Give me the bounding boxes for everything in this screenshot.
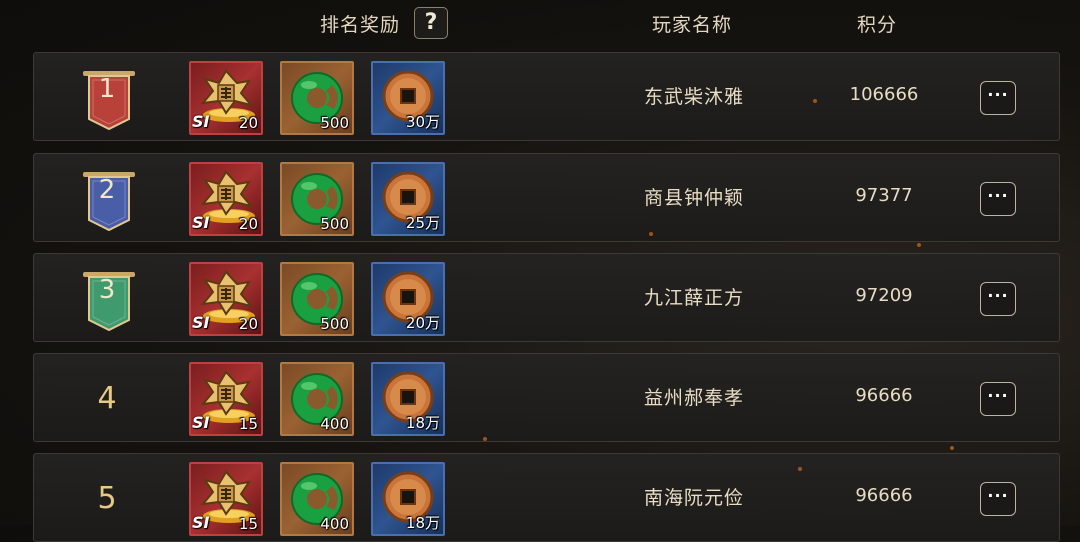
- reward-quantity: 15: [238, 515, 258, 533]
- reward-tier: SI: [192, 413, 210, 432]
- player-score: 106666: [849, 84, 919, 105]
- score-heading: 积分: [857, 14, 898, 36]
- leaderboard-row: 2 SI 20 500 25万 商县钟仲颖 97377 ···: [33, 153, 1060, 242]
- reward-quantity: 30万: [405, 113, 440, 131]
- rank-number: 3: [98, 275, 116, 305]
- reward-quantity: 500: [320, 315, 349, 333]
- reward-quantity: 400: [320, 515, 349, 533]
- reward-tier: SI: [192, 513, 210, 532]
- reward-quantity: 20: [238, 215, 258, 233]
- player-name: 南海阮元俭: [643, 487, 744, 509]
- player-score: 96666: [855, 485, 913, 506]
- leaderboard-row: 5 SI 15 400 18万 南海阮元俭 96666 ···: [33, 453, 1060, 542]
- leaderboard-header: 排名奖励 ? 玩家名称 积分: [0, 0, 1080, 48]
- player-score: 96666: [855, 385, 913, 406]
- more-options-button[interactable]: ···: [980, 182, 1016, 216]
- player-score: 97377: [855, 185, 913, 206]
- reward-tier: SI: [192, 313, 210, 332]
- ember-particle: [813, 99, 817, 103]
- rank-reward-heading: 排名奖励: [320, 14, 401, 36]
- rank-number: 4: [97, 381, 117, 416]
- coin-reward[interactable]: 25万: [371, 162, 445, 236]
- help-button[interactable]: ?: [414, 7, 448, 39]
- player-name: 九江薛正方: [643, 287, 744, 309]
- reward-quantity: 18万: [405, 514, 440, 532]
- reward-quantity: 15: [238, 415, 258, 433]
- rank-number: 5: [97, 481, 117, 516]
- reward-quantity: 25万: [405, 214, 440, 232]
- rank-number: 2: [98, 175, 116, 205]
- reward-tier: SI: [192, 112, 210, 131]
- player-name: 益州郝奉孝: [643, 387, 744, 409]
- soul-token-reward[interactable]: SI 15: [189, 462, 263, 536]
- jade-reward[interactable]: 500: [280, 61, 354, 135]
- coin-reward[interactable]: 20万: [371, 262, 445, 336]
- jade-reward[interactable]: 500: [280, 162, 354, 236]
- reward-quantity: 500: [320, 114, 349, 132]
- soul-token-reward[interactable]: SI 20: [189, 262, 263, 336]
- leaderboard-row: 1 SI 20 500 30万 东武柴沐雅 106666 ···: [33, 52, 1060, 141]
- coin-reward[interactable]: 30万: [371, 61, 445, 135]
- soul-token-reward[interactable]: SI 20: [189, 162, 263, 236]
- reward-quantity: 500: [320, 215, 349, 233]
- rank-number: 1: [98, 74, 116, 104]
- reward-quantity: 18万: [405, 414, 440, 432]
- soul-token-reward[interactable]: SI 20: [189, 61, 263, 135]
- ember-particle: [950, 446, 954, 450]
- reward-tier: SI: [192, 213, 210, 232]
- jade-reward[interactable]: 500: [280, 262, 354, 336]
- player-name-heading: 玩家名称: [652, 14, 733, 36]
- more-options-button[interactable]: ···: [980, 482, 1016, 516]
- jade-reward[interactable]: 400: [280, 462, 354, 536]
- reward-quantity: 20万: [405, 314, 440, 332]
- leaderboard-row: 3 SI 20 500 20万 九江薛正方 97209 ···: [33, 253, 1060, 342]
- ember-particle: [798, 467, 802, 471]
- reward-quantity: 400: [320, 415, 349, 433]
- reward-quantity: 20: [238, 315, 258, 333]
- more-options-button[interactable]: ···: [980, 382, 1016, 416]
- player-name: 商县钟仲颖: [643, 187, 744, 209]
- more-options-button[interactable]: ···: [980, 81, 1016, 115]
- player-name: 东武柴沐雅: [643, 86, 744, 108]
- leaderboard-row: 4 SI 15 400 18万 益州郝奉孝 96666 ···: [33, 353, 1060, 442]
- jade-reward[interactable]: 400: [280, 362, 354, 436]
- ember-particle: [483, 437, 487, 441]
- player-score: 97209: [855, 285, 913, 306]
- soul-token-reward[interactable]: SI 15: [189, 362, 263, 436]
- coin-reward[interactable]: 18万: [371, 462, 445, 536]
- more-options-button[interactable]: ···: [980, 282, 1016, 316]
- ember-particle: [917, 243, 921, 247]
- coin-reward[interactable]: 18万: [371, 362, 445, 436]
- ember-particle: [649, 232, 653, 236]
- reward-quantity: 20: [238, 114, 258, 132]
